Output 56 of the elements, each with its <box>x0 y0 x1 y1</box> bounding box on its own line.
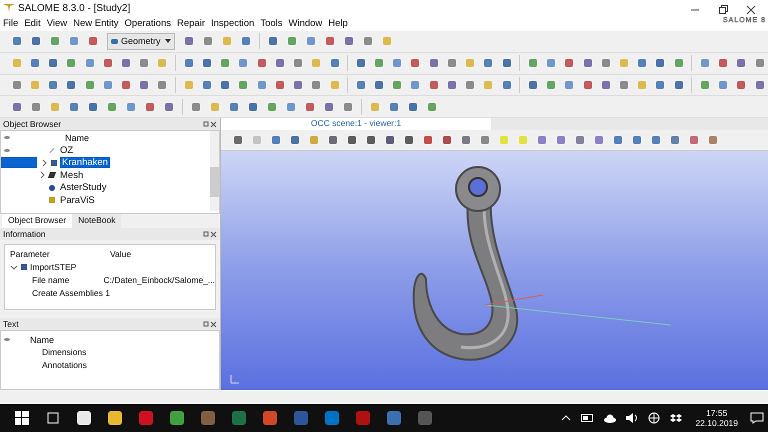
parameter-cell-text: Create Assemblies 1 <box>31 288 110 298</box>
restore-icon <box>718 5 728 15</box>
panel-title: Text <box>3 319 19 330</box>
close-icon <box>746 5 756 15</box>
module-icon <box>111 38 118 44</box>
eye-icon <box>4 136 10 140</box>
dock-controls-icon[interactable] <box>203 230 217 238</box>
module-dropdown[interactable]: Geometry <box>107 32 175 50</box>
panel-tab[interactable]: Object Browser <box>2 214 72 228</box>
restore-button[interactable] <box>716 4 730 16</box>
clock-date: 22.10.2019 <box>695 418 738 428</box>
node-icon <box>21 264 27 270</box>
menu-item[interactable]: Repair <box>177 18 205 29</box>
menu-item[interactable]: Help <box>328 18 348 29</box>
clock-time: 17:55 <box>706 408 728 418</box>
panel-title: Information <box>3 229 46 240</box>
menu-item[interactable]: View <box>46 18 68 29</box>
axis-trihedron-icon <box>229 373 241 386</box>
value-cell: C:/Daten_Einbock/Salome_... <box>103 274 215 285</box>
tree-item[interactable]: OZ <box>58 144 76 156</box>
column-header: Name <box>65 132 90 143</box>
tree-item[interactable]: Annotations <box>42 360 87 370</box>
eye-icon <box>4 338 10 342</box>
menu-item[interactable]: Edit <box>24 18 41 29</box>
menu-item[interactable]: Operations <box>124 18 171 29</box>
column-header: Value <box>110 248 132 259</box>
tree-item[interactable]: Mesh <box>58 170 86 181</box>
taskbar-clock[interactable]: 17:55 22.10.2019 <box>687 408 746 428</box>
tree-item[interactable]: ImportSTEP <box>30 262 76 272</box>
panel-tab[interactable]: NoteBook <box>72 214 122 228</box>
scrollbar[interactable] <box>210 131 219 212</box>
dock-controls-icon[interactable] <box>203 120 217 128</box>
viewer-tab[interactable]: OCC scene:1 - viewer:1 <box>221 118 491 130</box>
caret-icon <box>165 39 171 44</box>
task-view-icon <box>46 412 60 424</box>
dock-controls-icon[interactable] <box>203 320 217 328</box>
menu-item[interactable]: New Entity <box>73 18 119 29</box>
windows-logo-icon <box>14 411 28 426</box>
window-title: SALOME 8.3.0 - [Study2] <box>18 2 130 14</box>
column-header: Parameter <box>10 248 51 259</box>
column-header: Name <box>30 334 54 345</box>
tree-item[interactable]: ParaViS <box>58 194 97 206</box>
eye-icon <box>4 148 10 152</box>
tree-item-icon <box>50 148 54 152</box>
close-button[interactable] <box>744 4 758 16</box>
parameter-cell-text: File name <box>31 274 70 285</box>
tree-item[interactable]: Kranhaken <box>60 157 110 168</box>
tree-item[interactable]: AsterStudy <box>58 182 108 194</box>
menu-item[interactable]: File <box>3 18 18 29</box>
menu-item[interactable]: Window <box>288 18 322 29</box>
panel-title: Object Browser <box>3 119 62 130</box>
menu-item[interactable]: Tools <box>260 18 282 29</box>
tree-item[interactable]: Dimensions <box>42 347 86 358</box>
3d-viewport[interactable] <box>221 151 768 390</box>
eye-icon <box>1 157 37 168</box>
menu-item[interactable]: Inspection <box>211 18 254 29</box>
